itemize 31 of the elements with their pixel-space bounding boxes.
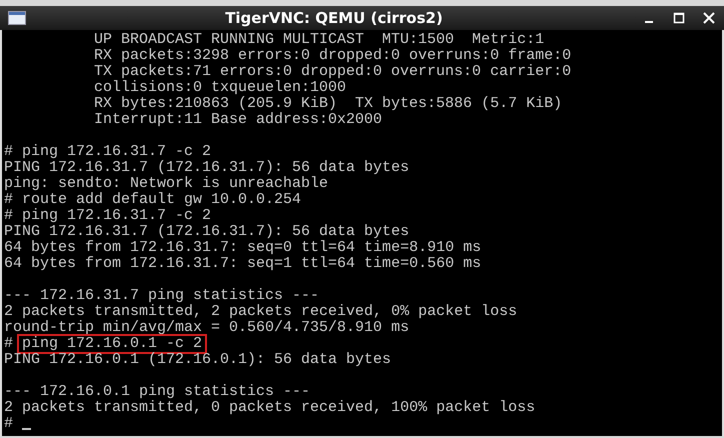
- output-line: PING 172.16.31.7 (172.16.31.7): 56 data bytes: [4, 160, 410, 176]
- prompt: #: [4, 192, 14, 208]
- text-cursor: [22, 428, 32, 430]
- output-line: RX bytes:210863 (205.9 KiB) TX bytes:5886 (5.7 KiB): [94, 96, 562, 112]
- output-line: 2 packets transmitted, 2 packets received, 0% packet loss: [4, 304, 518, 320]
- output-line: ping: sendto: Network is unreachable: [4, 176, 328, 192]
- prompt: #: [4, 144, 14, 160]
- output-line: collisions:0 txqueuelen:1000: [94, 80, 346, 96]
- output-line: 64 bytes from 172.16.31.7: seq=1 ttl=64 time=0.560 ms: [4, 256, 482, 272]
- command-text: ping 172.16.31.7 -c 2: [22, 144, 212, 160]
- close-icon[interactable]: [702, 11, 716, 25]
- window-title: TigerVNC: QEMU (cirros2): [225, 9, 443, 27]
- window-icon: [8, 11, 26, 25]
- output-line: TX packets:71 errors:0 dropped:0 overruns:0 carrier:0: [94, 64, 572, 80]
- output-line: --- 172.16.31.7 ping statistics ---: [4, 288, 320, 304]
- prompt: #: [4, 416, 14, 432]
- output-line: PING 172.16.0.1 (172.16.0.1): 56 data bytes: [4, 352, 392, 368]
- command-text: route add default gw 10.0.0.254: [22, 192, 302, 208]
- output-line: RX packets:3298 errors:0 dropped:0 overruns:0 frame:0: [94, 48, 572, 64]
- output-line: UP BROADCAST RUNNING MULTICAST MTU:1500 Metric:1: [94, 32, 544, 48]
- maximize-icon[interactable]: [672, 11, 686, 25]
- prompt: #: [4, 336, 14, 352]
- output-line: round-trip min/avg/max = 0.560/4.735/8.910 ms: [4, 320, 410, 336]
- output-line: PING 172.16.31.7 (172.16.31.7): 56 data bytes: [4, 224, 410, 240]
- output-line: Interrupt:11 Base address:0x2000: [94, 112, 382, 128]
- highlighted-command: ping 172.16.0.1 -c 2: [19, 336, 206, 352]
- output-line: 2 packets transmitted, 0 packets received, 100% packet loss: [4, 400, 536, 416]
- prompt: #: [4, 208, 14, 224]
- output-line: 64 bytes from 172.16.31.7: seq=0 ttl=64 time=8.910 ms: [4, 240, 482, 256]
- command-text: ping 172.16.31.7 -c 2: [22, 208, 212, 224]
- output-line: --- 172.16.0.1 ping statistics ---: [4, 384, 310, 400]
